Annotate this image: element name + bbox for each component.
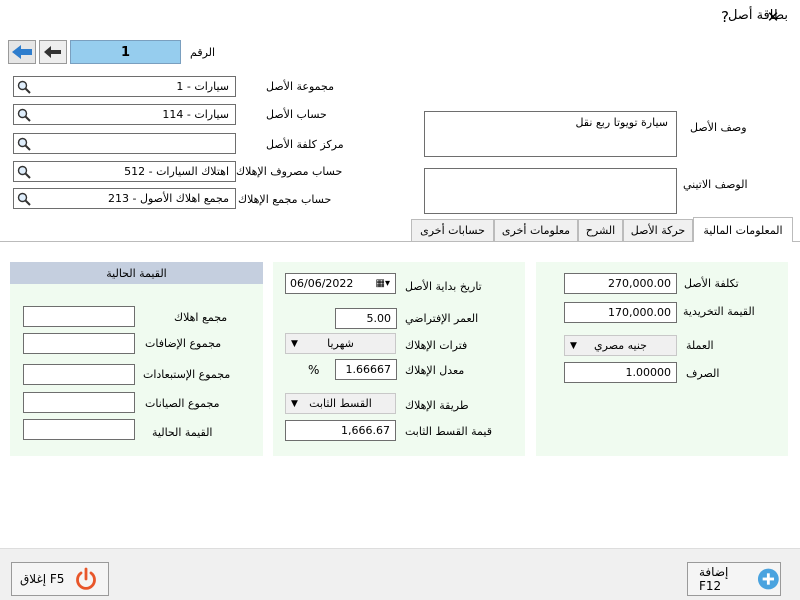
search-icon[interactable]: [17, 80, 31, 94]
current-value-header: القيمة الحالية: [10, 262, 263, 284]
number-label: الرقم: [190, 46, 216, 59]
dep-method-label: طريقة الإهلاك: [405, 399, 469, 412]
currency-label: العملة: [686, 339, 714, 352]
cost-center-label: مركز كلفة الأصل: [266, 138, 344, 151]
asset-description-label: وصف الأصل: [690, 121, 747, 134]
additions-total-field[interactable]: [23, 333, 135, 354]
dep-rate-label: معدل الإهلاك: [405, 364, 465, 377]
current-value-label: القيمة الحالية: [152, 426, 213, 439]
dep-method-select[interactable]: ▼ القسط الثابت: [285, 393, 396, 414]
disposals-total-field[interactable]: [23, 364, 135, 385]
tab-explanation[interactable]: الشرح: [578, 219, 623, 241]
start-date-label: تاريخ بداية الأصل: [405, 280, 482, 293]
acc-dep-value-label: مجمع اهلاك: [174, 311, 228, 324]
chevron-down-icon: ▼: [570, 341, 577, 351]
asset-account-label: حساب الأصل: [266, 108, 327, 121]
current-value-field[interactable]: [23, 419, 135, 440]
salvage-value-label: القيمة التخريدية: [683, 305, 755, 318]
nav-prev-button[interactable]: [39, 40, 67, 64]
latin-description-input[interactable]: [424, 168, 677, 214]
tab-other-info[interactable]: معلومات أخرى: [494, 219, 578, 241]
asset-cost-field[interactable]: 270,000.00: [564, 273, 677, 294]
asset-account-field[interactable]: 114 - سيارات: [13, 104, 236, 125]
dep-periods-label: فترات الإهلاك: [405, 339, 468, 352]
dep-expense-account-label: حساب مصروف الإهلاك: [236, 165, 343, 178]
dep-rate-field[interactable]: 1.66667: [335, 359, 397, 380]
useful-life-field[interactable]: 5.00: [335, 308, 397, 329]
nav-first-button[interactable]: [8, 40, 36, 64]
plus-circle-icon: [758, 568, 780, 590]
close-icon: ✕: [766, 8, 780, 26]
asset-group-label: مجموعة الأصل: [266, 80, 334, 93]
acc-dep-account-field[interactable]: 213 - مجمع اهلاك الأصول: [13, 188, 236, 209]
exchange-rate-field[interactable]: 1.00000: [564, 362, 677, 383]
asset-description-input[interactable]: سيارة تويوتا ربع نقل: [424, 111, 677, 157]
latin-description-label: الوصف الاتيني: [683, 178, 748, 191]
dep-expense-account-field[interactable]: 512 - اهتلاك السيارات: [13, 161, 236, 182]
chevron-down-icon: ▼: [291, 339, 298, 349]
search-icon[interactable]: [17, 192, 31, 206]
dep-periods-select[interactable]: ▼ شهريا: [285, 333, 396, 354]
maintenance-total-field[interactable]: [23, 392, 135, 413]
cost-center-field[interactable]: [13, 133, 236, 154]
arrow-left-icon: [12, 45, 32, 59]
search-icon[interactable]: [17, 165, 31, 179]
search-icon[interactable]: [17, 108, 31, 122]
add-button[interactable]: إضافة F12: [687, 562, 781, 596]
currency-select[interactable]: ▼ جنيه مصري: [564, 335, 677, 356]
start-date-picker[interactable]: 06/06/2022 ▦▾: [285, 273, 396, 294]
search-icon[interactable]: [17, 137, 31, 151]
exchange-rate-label: الصرف: [686, 367, 720, 380]
percent-sign: %: [308, 363, 320, 377]
close-window-button[interactable]: ✕: [762, 6, 784, 28]
chevron-down-icon: ▼: [291, 399, 298, 409]
salvage-value-field[interactable]: 170,000.00: [564, 302, 677, 323]
asset-cost-label: تكلفة الأصل: [684, 277, 739, 290]
title-bar: [0, 0, 800, 34]
tab-asset-movement[interactable]: حركة الأصل: [623, 219, 693, 241]
acc-dep-value-field[interactable]: [23, 306, 135, 327]
tab-other-accounts[interactable]: حسابات أخرى: [411, 219, 494, 241]
close-button[interactable]: إغلاق F5: [11, 562, 109, 596]
bottom-bar: [0, 548, 800, 600]
maintenance-total-label: مجموع الصيانات: [145, 397, 220, 410]
acc-dep-account-label: حساب مجمع الإهلاك: [238, 193, 332, 206]
additions-total-label: مجموع الإضافات: [145, 337, 222, 350]
useful-life-label: العمر الإفتراضي: [405, 312, 479, 325]
calendar-icon[interactable]: ▦▾: [376, 278, 390, 289]
help-button[interactable]: ?: [714, 6, 736, 28]
installment-label: قيمة القسط الثابت: [405, 425, 492, 438]
installment-field[interactable]: 1,666.67: [285, 420, 396, 441]
record-number[interactable]: 1: [70, 40, 181, 64]
asset-group-field[interactable]: 1 - سيارات: [13, 76, 236, 97]
tab-financial-info[interactable]: المعلومات المالية: [693, 217, 793, 242]
power-icon: [76, 567, 97, 590]
disposals-total-label: مجموع الإستبعادات: [143, 368, 231, 381]
arrow-back-icon: [44, 46, 61, 58]
